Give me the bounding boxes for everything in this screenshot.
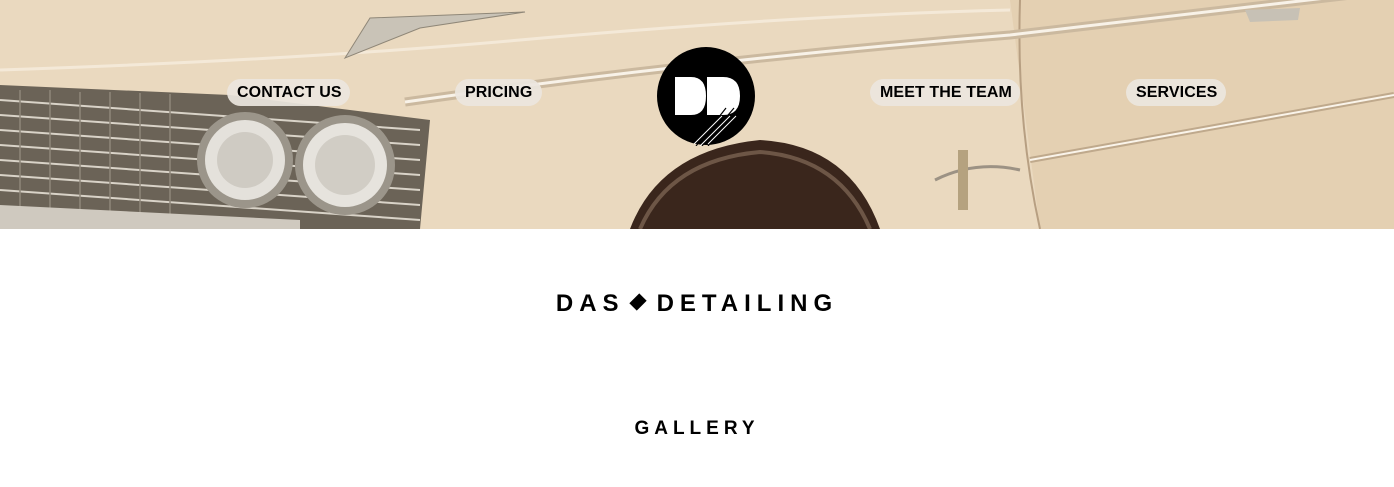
diamond-icon [628,293,647,311]
gallery-heading: GALLERY [634,417,760,439]
nav-contact-us[interactable]: CONTACT US [227,79,350,106]
brand-wordmark: DAS DETAILING [0,290,1394,318]
nav-meet-the-team[interactable]: MEET THE TEAM [870,79,1020,106]
brand-word-right: DETAILING [656,290,839,318]
dd-logo-icon[interactable] [656,46,756,146]
nav-services[interactable]: SERVICES [1126,79,1226,106]
brand-word-left: DAS [555,290,625,318]
nav-pricing[interactable]: PRICING [455,79,542,106]
hero-header: CONTACT US PRICING MEET THE TEAM SERVICE… [0,0,1394,229]
